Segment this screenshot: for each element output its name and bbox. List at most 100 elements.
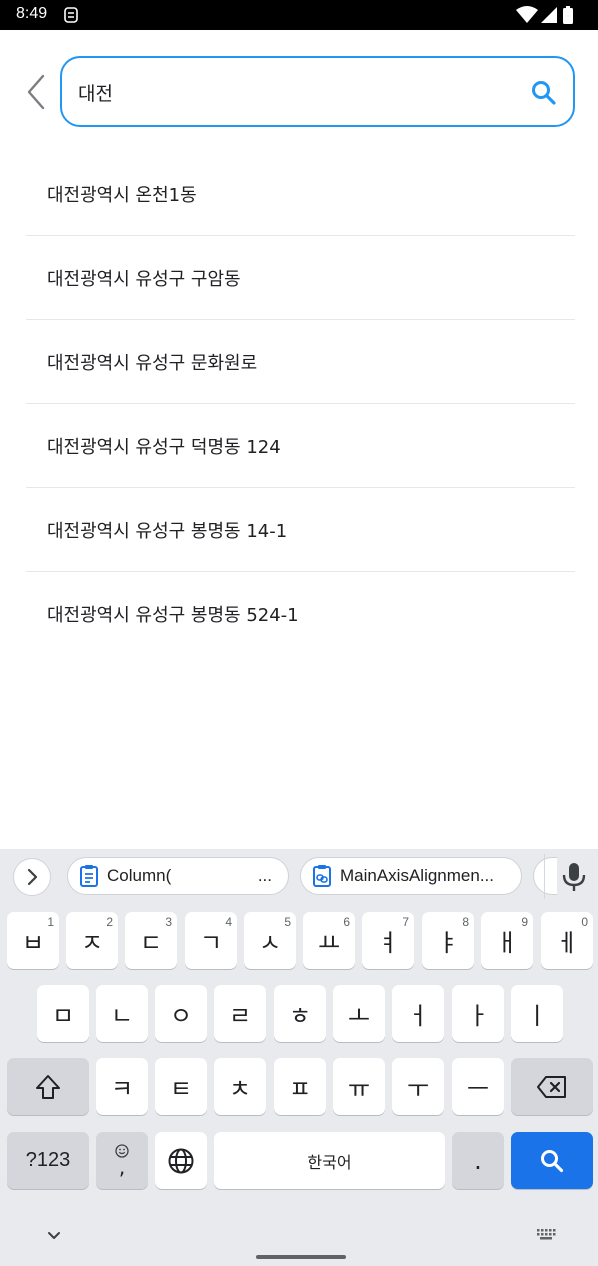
key[interactable]: ㅊ xyxy=(214,1058,266,1115)
key[interactable]: ㅕ7 xyxy=(362,912,414,969)
key[interactable]: ㅠ xyxy=(333,1058,385,1115)
key-label: ㅏ xyxy=(466,1002,490,1030)
key-label: ?123 xyxy=(25,1149,71,1171)
key[interactable]: ㅏ xyxy=(452,985,504,1042)
key[interactable]: ㅎ xyxy=(274,985,326,1042)
result-item[interactable]: 대전광역시 유성구 덕명동 124 xyxy=(26,404,575,488)
key[interactable]: ㅗ xyxy=(333,985,385,1042)
key[interactable]: ㄷ3 xyxy=(125,912,177,969)
key[interactable]: ㅑ8 xyxy=(422,912,474,969)
key-label: 한국어 xyxy=(307,1152,352,1172)
clipboard-suggestion-chip[interactable]: MainAxisAlignmen... xyxy=(300,857,522,895)
key-label: ㅐ xyxy=(495,929,519,957)
key-label: ㅕ xyxy=(376,929,400,957)
clipboard-suggestion-chip[interactable]: Column( ... xyxy=(67,857,289,895)
key[interactable]: ㅔ0 xyxy=(541,912,593,969)
backspace-key[interactable] xyxy=(511,1058,593,1115)
key-hint: 3 xyxy=(165,915,172,929)
search-icon[interactable] xyxy=(529,78,559,108)
key-label: ㅇ xyxy=(169,1002,193,1030)
key[interactable]: ㅇ xyxy=(155,985,207,1042)
clipboard-suggestion-chip-partial[interactable] xyxy=(533,857,557,895)
result-item[interactable]: 대전광역시 유성구 봉명동 14-1 xyxy=(26,488,575,572)
back-button[interactable] xyxy=(20,70,52,114)
result-item[interactable]: 대전광역시 유성구 구암동 xyxy=(26,236,575,320)
search-enter-key[interactable] xyxy=(511,1132,593,1189)
key[interactable]: ㅋ xyxy=(96,1058,148,1115)
key-label: ㅌ xyxy=(169,1075,193,1103)
key-hint: 1 xyxy=(47,915,54,929)
home-indicator[interactable] xyxy=(256,1255,346,1259)
result-item[interactable]: 대전광역시 유성구 봉명동 524-1 xyxy=(26,572,575,656)
result-item[interactable]: 대전광역시 온천1동 xyxy=(26,152,575,236)
shift-key[interactable] xyxy=(7,1058,89,1115)
key-label: ㅡ xyxy=(466,1075,490,1103)
key-label: ㅛ xyxy=(317,929,341,957)
language-key[interactable] xyxy=(155,1132,207,1189)
key[interactable]: ㄹ xyxy=(214,985,266,1042)
shift-icon xyxy=(36,1074,60,1099)
key-label: ㅁ xyxy=(51,1002,75,1030)
microphone-icon[interactable] xyxy=(560,861,588,893)
key-hint: 8 xyxy=(462,915,469,929)
chevron-right-icon xyxy=(27,868,38,886)
key[interactable]: ㅡ xyxy=(452,1058,504,1115)
key[interactable]: ㅁ xyxy=(37,985,89,1042)
search-box[interactable] xyxy=(60,56,575,127)
key[interactable]: ㅈ2 xyxy=(66,912,118,969)
key-label: ㅋ xyxy=(110,1075,134,1103)
key-label: ㅠ xyxy=(347,1075,371,1103)
key-label: . xyxy=(474,1146,482,1175)
key-label: ㅜ xyxy=(406,1075,430,1103)
key[interactable]: ㅓ xyxy=(392,985,444,1042)
result-text: 대전광역시 유성구 덕명동 124 xyxy=(47,436,281,458)
period-key[interactable]: . xyxy=(452,1132,504,1189)
result-text: 대전광역시 유성구 봉명동 524-1 xyxy=(47,605,299,626)
key[interactable]: ㅂ1 xyxy=(7,912,59,969)
chip-ellipsis: ... xyxy=(257,866,272,885)
chip-text: Column( xyxy=(107,866,172,885)
key-label: ㅅ xyxy=(258,929,282,957)
key-hint: 6 xyxy=(343,915,350,929)
notification-app-icon xyxy=(64,7,78,23)
clipboard-icon xyxy=(80,865,98,887)
result-item[interactable]: 대전광역시 유성구 문화원로 xyxy=(26,320,575,404)
chevron-down-icon[interactable] xyxy=(40,1221,68,1249)
search-input[interactable] xyxy=(78,74,508,110)
key-label: ㄹ xyxy=(228,1002,252,1030)
key[interactable]: ㅣ xyxy=(511,985,563,1042)
key-label: ㅍ xyxy=(288,1075,312,1103)
key-label: , xyxy=(118,1154,126,1179)
key[interactable]: ㅅ5 xyxy=(244,912,296,969)
status-time: 8:49 xyxy=(16,5,48,22)
status-bar: 8:49 xyxy=(0,0,598,30)
divider xyxy=(544,854,545,899)
key-label: ㅓ xyxy=(406,1002,430,1030)
chip-text: MainAxisAlignmen... xyxy=(340,866,495,885)
key[interactable]: ㅛ6 xyxy=(303,912,355,969)
search-icon xyxy=(541,1149,564,1172)
key[interactable]: ㄴ xyxy=(96,985,148,1042)
key[interactable]: ㅜ xyxy=(392,1058,444,1115)
keyboard-icon[interactable] xyxy=(532,1221,560,1249)
expand-toolbar-button[interactable] xyxy=(13,858,51,896)
key-label: ㄴ xyxy=(110,1002,134,1030)
key[interactable]: ㅍ xyxy=(274,1058,326,1115)
key-hint: 0 xyxy=(581,915,588,929)
suggestion-strip: Column( ... MainAxisAlignmen... xyxy=(0,849,598,904)
wifi-icon xyxy=(516,6,538,23)
key-hint: 2 xyxy=(106,915,113,929)
key-hint: 4 xyxy=(225,915,232,929)
key[interactable]: ㄱ4 xyxy=(185,912,237,969)
key[interactable]: ㅌ xyxy=(155,1058,207,1115)
space-key[interactable]: 한국어 xyxy=(214,1132,445,1189)
key-label: ㅂ xyxy=(21,929,45,957)
emoji-comma-key[interactable]: , xyxy=(96,1132,148,1189)
key[interactable]: ㅐ9 xyxy=(481,912,533,969)
symbols-key[interactable]: ?123 xyxy=(7,1132,89,1189)
globe-icon xyxy=(168,1148,194,1173)
result-text: 대전광역시 유성구 구암동 xyxy=(47,268,241,290)
key-label: ㄱ xyxy=(199,929,223,957)
key-label: ㅊ xyxy=(228,1075,252,1103)
key-label: ㅗ xyxy=(347,1002,371,1030)
